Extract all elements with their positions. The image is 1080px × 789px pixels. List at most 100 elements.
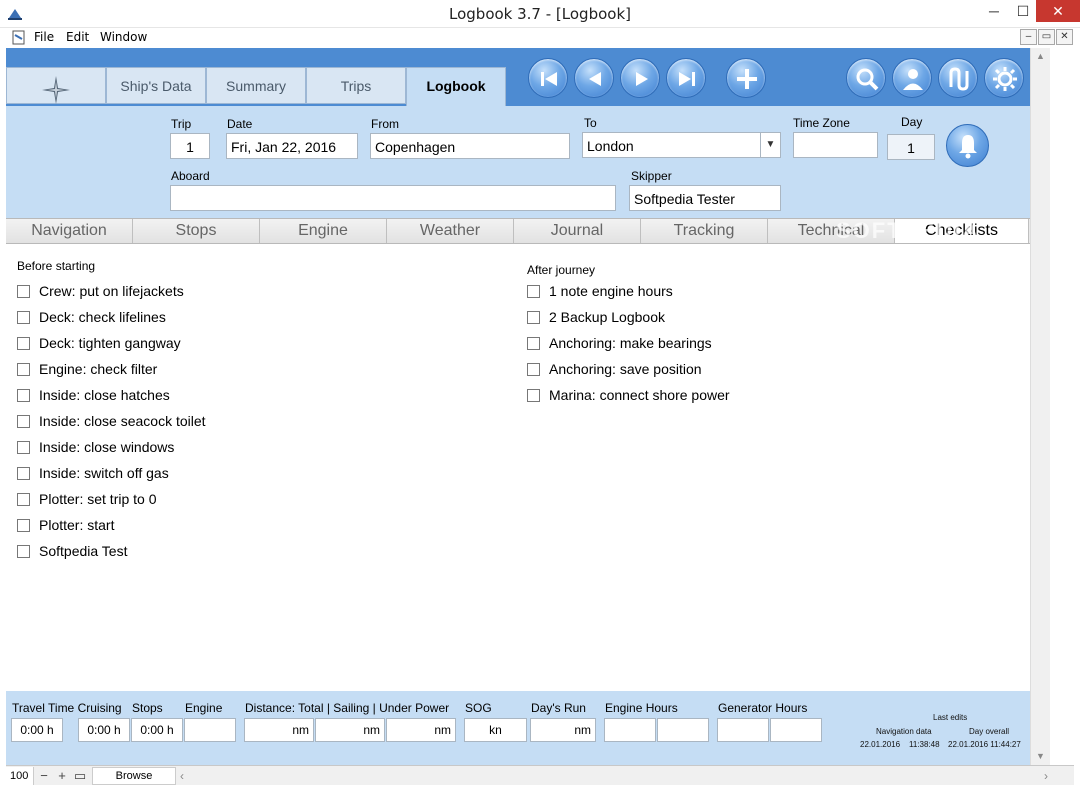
layout-toggle-icon[interactable]: ▭ xyxy=(72,768,88,784)
checklist-checkbox[interactable] xyxy=(17,415,30,428)
checklist-checkbox[interactable] xyxy=(17,311,30,324)
last-record-button[interactable] xyxy=(666,58,706,98)
checklist-checkbox[interactable] xyxy=(527,285,540,298)
checklist-checkbox[interactable] xyxy=(17,337,30,350)
checklist-checkbox[interactable] xyxy=(17,363,30,376)
tab-tracking[interactable]: Tracking xyxy=(641,219,768,243)
next-record-button[interactable] xyxy=(620,58,660,98)
checklist-item[interactable]: Inside: close hatches xyxy=(17,386,317,406)
checklist-item[interactable]: Inside: close seacock toilet xyxy=(17,412,317,432)
scroll-right-icon[interactable]: › xyxy=(1044,768,1058,784)
checklist-item[interactable]: Deck: tighten gangway xyxy=(17,334,317,354)
distance-total-field[interactable]: nm xyxy=(244,718,314,742)
scroll-down-icon[interactable]: ▼ xyxy=(1031,748,1050,765)
first-record-button[interactable] xyxy=(528,58,568,98)
checklist-item[interactable]: Inside: close windows xyxy=(17,438,317,458)
stops-field[interactable]: 0:00 h xyxy=(131,718,183,742)
tab-checklists[interactable]: Checklists xyxy=(895,219,1029,243)
checklist-item[interactable]: Deck: check lifelines xyxy=(17,308,317,328)
mdi-minimize-button[interactable]: – xyxy=(1020,29,1037,45)
navigation-data-label: Navigation data xyxy=(876,727,932,736)
previous-record-button[interactable] xyxy=(574,58,614,98)
engine-hours-start-field[interactable] xyxy=(604,718,656,742)
minimize-button[interactable]: ─ xyxy=(978,0,1010,22)
cruising-field[interactable]: 0:00 h xyxy=(78,718,130,742)
zoom-in-button[interactable]: + xyxy=(54,768,70,784)
checklist-item[interactable]: Plotter: start xyxy=(17,516,317,536)
checklist-checkbox[interactable] xyxy=(527,337,540,350)
checklist-checkbox[interactable] xyxy=(17,519,30,532)
checklist-item[interactable]: Anchoring: save position xyxy=(527,360,827,380)
scroll-left-icon[interactable]: ‹ xyxy=(180,768,194,784)
settings-button[interactable] xyxy=(984,58,1024,98)
add-record-button[interactable] xyxy=(726,58,766,98)
scroll-up-icon[interactable]: ▲ xyxy=(1031,48,1050,65)
checklist-checkbox[interactable] xyxy=(527,363,540,376)
tab-summary[interactable]: Summary xyxy=(206,67,306,104)
user-button[interactable] xyxy=(892,58,932,98)
sog-field[interactable]: kn xyxy=(464,718,527,742)
search-button[interactable] xyxy=(846,58,886,98)
after-journey-title: After journey xyxy=(527,263,596,277)
trip-field[interactable]: 1 xyxy=(170,133,210,159)
checklist-checkbox[interactable] xyxy=(17,545,30,558)
checklist-item[interactable]: 2 Backup Logbook xyxy=(527,308,827,328)
checklist-item[interactable]: 1 note engine hours xyxy=(527,282,827,302)
checklist-checkbox[interactable] xyxy=(17,493,30,506)
checklist-item[interactable]: Marina: connect shore power xyxy=(527,386,827,406)
menu-edit[interactable]: Edit xyxy=(66,30,89,44)
engine-hours-end-field[interactable] xyxy=(657,718,709,742)
checklist-checkbox[interactable] xyxy=(527,389,540,402)
generator-hours-end-field[interactable] xyxy=(770,718,822,742)
days-run-field[interactable]: nm xyxy=(530,718,596,742)
generator-hours-start-field[interactable] xyxy=(717,718,769,742)
checklist-item[interactable]: Anchoring: make bearings xyxy=(527,334,827,354)
tab-weather[interactable]: Weather xyxy=(387,219,514,243)
vertical-scrollbar[interactable]: ▲ ▼ xyxy=(1030,48,1050,765)
from-field[interactable]: Copenhagen xyxy=(370,133,570,159)
checklist-checkbox[interactable] xyxy=(17,389,30,402)
distance-power-field[interactable]: nm xyxy=(386,718,456,742)
mdi-close-button[interactable]: ✕ xyxy=(1056,29,1073,45)
mdi-restore-button[interactable]: ▭ xyxy=(1038,29,1055,45)
travel-time-field[interactable]: 0:00 h xyxy=(11,718,63,742)
distance-sailing-field[interactable]: nm xyxy=(315,718,385,742)
timezone-field[interactable] xyxy=(793,132,878,158)
engine-field[interactable] xyxy=(184,718,236,742)
checklist-checkbox[interactable] xyxy=(527,311,540,324)
alarm-button[interactable] xyxy=(946,124,989,167)
close-button[interactable]: ✕ xyxy=(1036,0,1080,22)
tab-ships-data[interactable]: Ship's Data xyxy=(106,67,206,104)
compass-icon xyxy=(42,76,70,104)
checklist-item[interactable]: Softpedia Test xyxy=(17,542,317,562)
document-icon[interactable] xyxy=(12,30,26,45)
date-field[interactable]: Fri, Jan 22, 2016 xyxy=(226,133,358,159)
skipper-field[interactable]: Softpedia Tester xyxy=(629,185,781,211)
tab-technical[interactable]: Technical xyxy=(768,219,895,243)
checklist-item[interactable]: Plotter: set trip to 0 xyxy=(17,490,317,510)
tab-journal[interactable]: Journal xyxy=(514,219,641,243)
tab-trips[interactable]: Trips xyxy=(306,67,406,104)
zoom-level[interactable]: 100 xyxy=(6,767,34,785)
zoom-out-button[interactable]: − xyxy=(36,768,52,784)
checklist-item[interactable]: Crew: put on lifejackets xyxy=(17,282,317,302)
checklist-item[interactable]: Inside: switch off gas xyxy=(17,464,317,484)
tab-stops[interactable]: Stops xyxy=(133,219,260,243)
route-button[interactable] xyxy=(938,58,978,98)
checklist-checkbox[interactable] xyxy=(17,285,30,298)
tab-navigation[interactable]: Navigation xyxy=(6,219,133,243)
mode-indicator[interactable]: Browse xyxy=(92,767,176,785)
aboard-field[interactable] xyxy=(170,185,616,211)
chevron-down-icon[interactable]: ▼ xyxy=(760,133,780,157)
tab-logbook[interactable]: Logbook xyxy=(406,67,506,106)
checklist-checkbox[interactable] xyxy=(17,467,30,480)
checklist-checkbox[interactable] xyxy=(17,441,30,454)
tab-engine[interactable]: Engine xyxy=(260,219,387,243)
menu-window[interactable]: Window xyxy=(100,30,147,44)
menu-file[interactable]: File xyxy=(34,30,54,44)
checklist-item[interactable]: Engine: check filter xyxy=(17,360,317,380)
maximize-button[interactable]: ☐ xyxy=(1010,0,1036,22)
checklist-item-label: 2 Backup Logbook xyxy=(549,309,665,325)
tab-home[interactable] xyxy=(6,67,106,104)
to-dropdown[interactable]: London ▼ xyxy=(582,132,781,158)
